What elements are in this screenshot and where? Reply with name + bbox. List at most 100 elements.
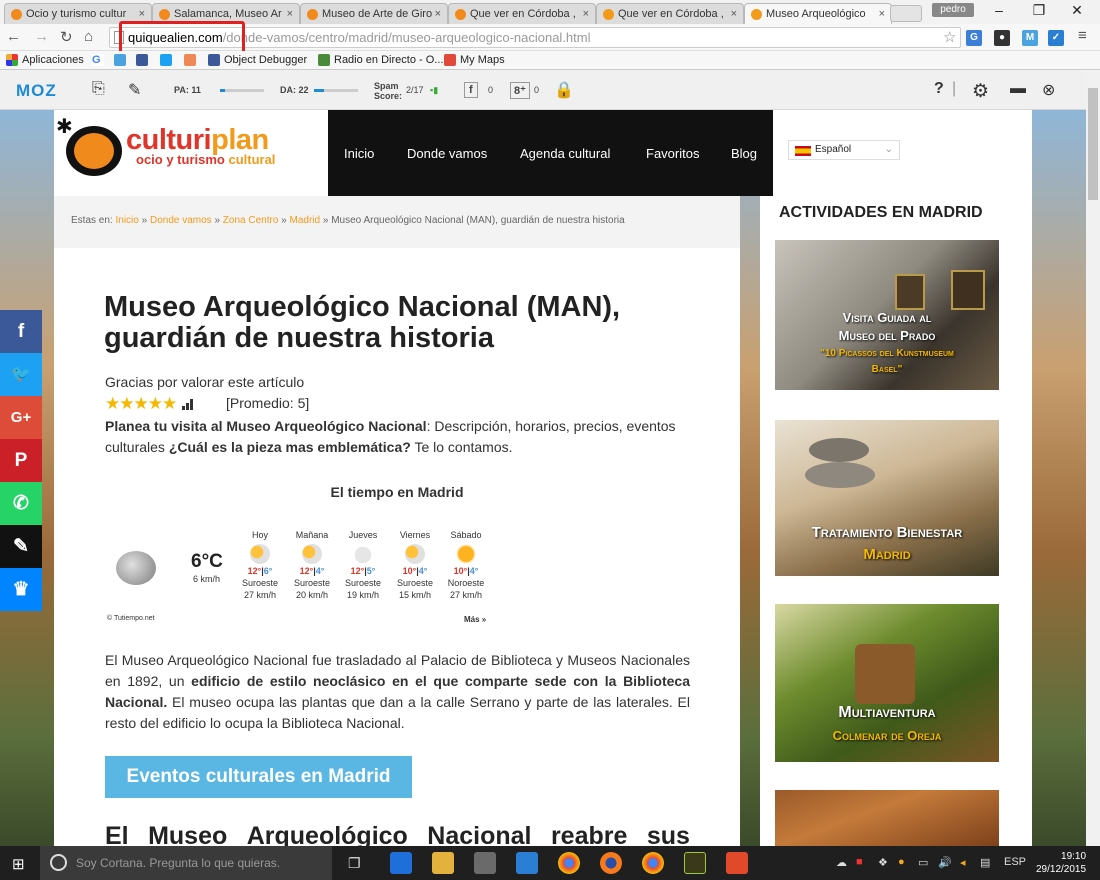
maximize-icon[interactable]: ❐ <box>1024 2 1054 22</box>
gear-icon[interactable]: ⚙ <box>972 80 989 103</box>
painting-image <box>895 274 925 310</box>
back-icon[interactable]: ← <box>6 28 21 45</box>
translate-extension-icon[interactable]: G <box>966 30 982 46</box>
google-bookmark-icon[interactable]: G <box>92 54 108 66</box>
help-icon[interactable]: ? <box>934 80 944 98</box>
sidebar-title: ACTIVIDADES EN MADRID <box>779 204 983 221</box>
chrome-menu-icon[interactable]: ≡ <box>1078 27 1087 44</box>
edge-icon[interactable] <box>390 852 412 874</box>
close-tab-icon[interactable]: × <box>287 8 293 20</box>
windows-start-icon[interactable]: ⊞ <box>12 855 25 873</box>
forward-icon[interactable]: → <box>34 28 49 45</box>
new-tab-button[interactable] <box>890 5 922 22</box>
clock[interactable]: 19:10 29/12/2015 <box>1036 850 1086 876</box>
breadcrumb-link[interactable]: Donde vamos <box>150 215 212 226</box>
store-icon[interactable] <box>474 852 496 874</box>
nav-donde-vamos[interactable]: Donde vamos <box>407 146 487 161</box>
bookmark-star-icon[interactable]: ☆ <box>943 28 956 46</box>
twitter-icon[interactable]: 🐦 <box>0 353 42 396</box>
pinterest-icon[interactable]: P <box>0 439 42 482</box>
ad-prado-tour[interactable]: Visita Guiada al Museo del Prado "10 Pic… <box>775 240 999 390</box>
facebook-icon[interactable]: f <box>0 310 42 353</box>
article: Museo Arqueológico Nacional (MAN), guard… <box>54 248 740 846</box>
close-tab-icon[interactable]: × <box>435 8 441 20</box>
firefox-icon[interactable] <box>600 852 622 874</box>
bookmark-radio[interactable]: Radio en Directo - O... <box>318 54 443 66</box>
site-header: ✱ culturiplan ocio y turismo cultural In… <box>54 110 1032 196</box>
breadcrumb-link[interactable]: Madrid <box>290 215 321 226</box>
nav-inicio[interactable]: Inicio <box>344 146 374 161</box>
owl-icon[interactable]: ✎ <box>0 525 42 568</box>
wood-image <box>855 644 915 704</box>
browser-tab[interactable]: Museo de Arte de Giro × <box>300 3 448 24</box>
nav-blog[interactable]: Blog <box>731 146 757 161</box>
moz-extension-icon[interactable]: M <box>1022 30 1038 46</box>
googleplus-count: 0 <box>534 85 540 95</box>
dropbox-icon[interactable]: ❖ <box>878 856 888 869</box>
app-tray-icon[interactable]: ● <box>898 856 905 868</box>
cortana-search[interactable]: Soy Cortana. Pregunta lo que quieras. <box>40 846 332 880</box>
highlighter-icon[interactable]: ✎ <box>128 80 141 100</box>
signal-icon: ▪▮ <box>430 85 439 95</box>
close-icon[interactable]: ⊗ <box>1042 80 1055 100</box>
star-icons[interactable]: ★★★★★ <box>105 394 177 413</box>
nav-agenda-cultural[interactable]: Agenda cultural <box>520 146 610 161</box>
fireworks-icon[interactable] <box>684 852 706 874</box>
browser-tab[interactable]: Que ver en Córdoba , × <box>448 3 596 24</box>
bookmark-icon[interactable] <box>114 54 130 66</box>
favicon-icon <box>159 8 170 20</box>
bookmark-object-debugger[interactable]: Object Debugger <box>208 54 307 66</box>
ad-horse-image[interactable] <box>775 790 999 846</box>
close-tab-icon[interactable]: × <box>879 8 885 20</box>
owl-extension-icon[interactable]: ● <box>994 30 1010 46</box>
ad-wellness-treatment[interactable]: Tratamiento Bienestar Madrid <box>775 420 999 576</box>
file-explorer-icon[interactable] <box>432 852 454 874</box>
ad-multiadventure[interactable]: Multiaventura Colmenar de Oreja <box>775 604 999 762</box>
notifications-icon[interactable]: ▤ <box>980 856 990 869</box>
close-window-icon[interactable]: ✕ <box>1062 2 1092 22</box>
browser-tab[interactable]: Que ver en Córdoba , × <box>596 3 744 24</box>
app-icon[interactable] <box>726 852 748 874</box>
minimize-icon[interactable]: – <box>984 2 1014 22</box>
profile-button[interactable]: pedro <box>932 3 974 17</box>
reload-icon[interactable]: ↻ <box>60 28 73 46</box>
whatsapp-icon[interactable]: ✆ <box>0 482 42 525</box>
weather-more-link[interactable]: Más » <box>464 615 486 624</box>
breadcrumb-link[interactable]: Inicio <box>115 215 138 226</box>
crown-icon[interactable]: ♛ <box>0 568 42 611</box>
lock-icon[interactable]: 🔒 <box>554 80 574 100</box>
rating-stars[interactable]: ★★★★★ <box>105 394 196 414</box>
bookmark-my-maps[interactable]: My Maps <box>444 54 505 66</box>
scrollbar-thumb[interactable] <box>1088 88 1098 200</box>
task-view-icon[interactable]: ❐ <box>348 855 361 872</box>
breadcrumb-link[interactable]: Zona Centro <box>223 215 279 226</box>
bookmark-icon[interactable] <box>184 54 200 66</box>
chrome-icon[interactable] <box>642 852 664 874</box>
photo-app-icon[interactable] <box>516 852 538 874</box>
close-tab-icon[interactable]: × <box>731 8 737 20</box>
close-tab-icon[interactable]: × <box>583 8 589 20</box>
arrow-icon[interactable]: ◂ <box>960 856 966 869</box>
twitter-bookmark-icon[interactable] <box>160 54 176 66</box>
cultural-events-button[interactable]: Eventos culturales en Madrid <box>105 756 412 798</box>
collapse-icon[interactable]: ▬ <box>1010 80 1026 98</box>
antivirus-icon[interactable]: ■ <box>856 856 863 868</box>
browser-tab-active[interactable]: Museo Arqueológico × <box>744 3 892 24</box>
language-indicator[interactable]: ESP <box>1004 856 1026 868</box>
language-select[interactable]: Español ⌄ <box>788 140 900 160</box>
weather-credit[interactable]: © Tutiempo.net <box>107 615 155 622</box>
moz-toolbar: MOZ ⎘ ✎ PA: 11 DA: 22 Spam Score: 2/17 ▪… <box>0 70 1086 110</box>
bookmark-apps[interactable]: Aplicaciones <box>6 54 84 66</box>
close-tab-icon[interactable]: × <box>139 8 145 20</box>
facebook-bookmark-icon[interactable] <box>136 54 152 66</box>
chrome-icon[interactable] <box>558 852 580 874</box>
cloud-icon[interactable]: ☁ <box>836 856 847 869</box>
volume-icon[interactable]: 🔊 <box>938 856 952 869</box>
page-analysis-icon[interactable]: ⎘ <box>92 80 105 98</box>
nav-favoritos[interactable]: Favoritos <box>646 146 699 161</box>
checkmark-extension-icon[interactable]: ✓ <box>1048 30 1064 46</box>
network-icon[interactable]: ▭ <box>918 856 928 869</box>
home-icon[interactable]: ⌂ <box>84 28 93 45</box>
page-scrollbar[interactable] <box>1086 70 1100 846</box>
googleplus-icon[interactable]: G+ <box>0 396 42 439</box>
